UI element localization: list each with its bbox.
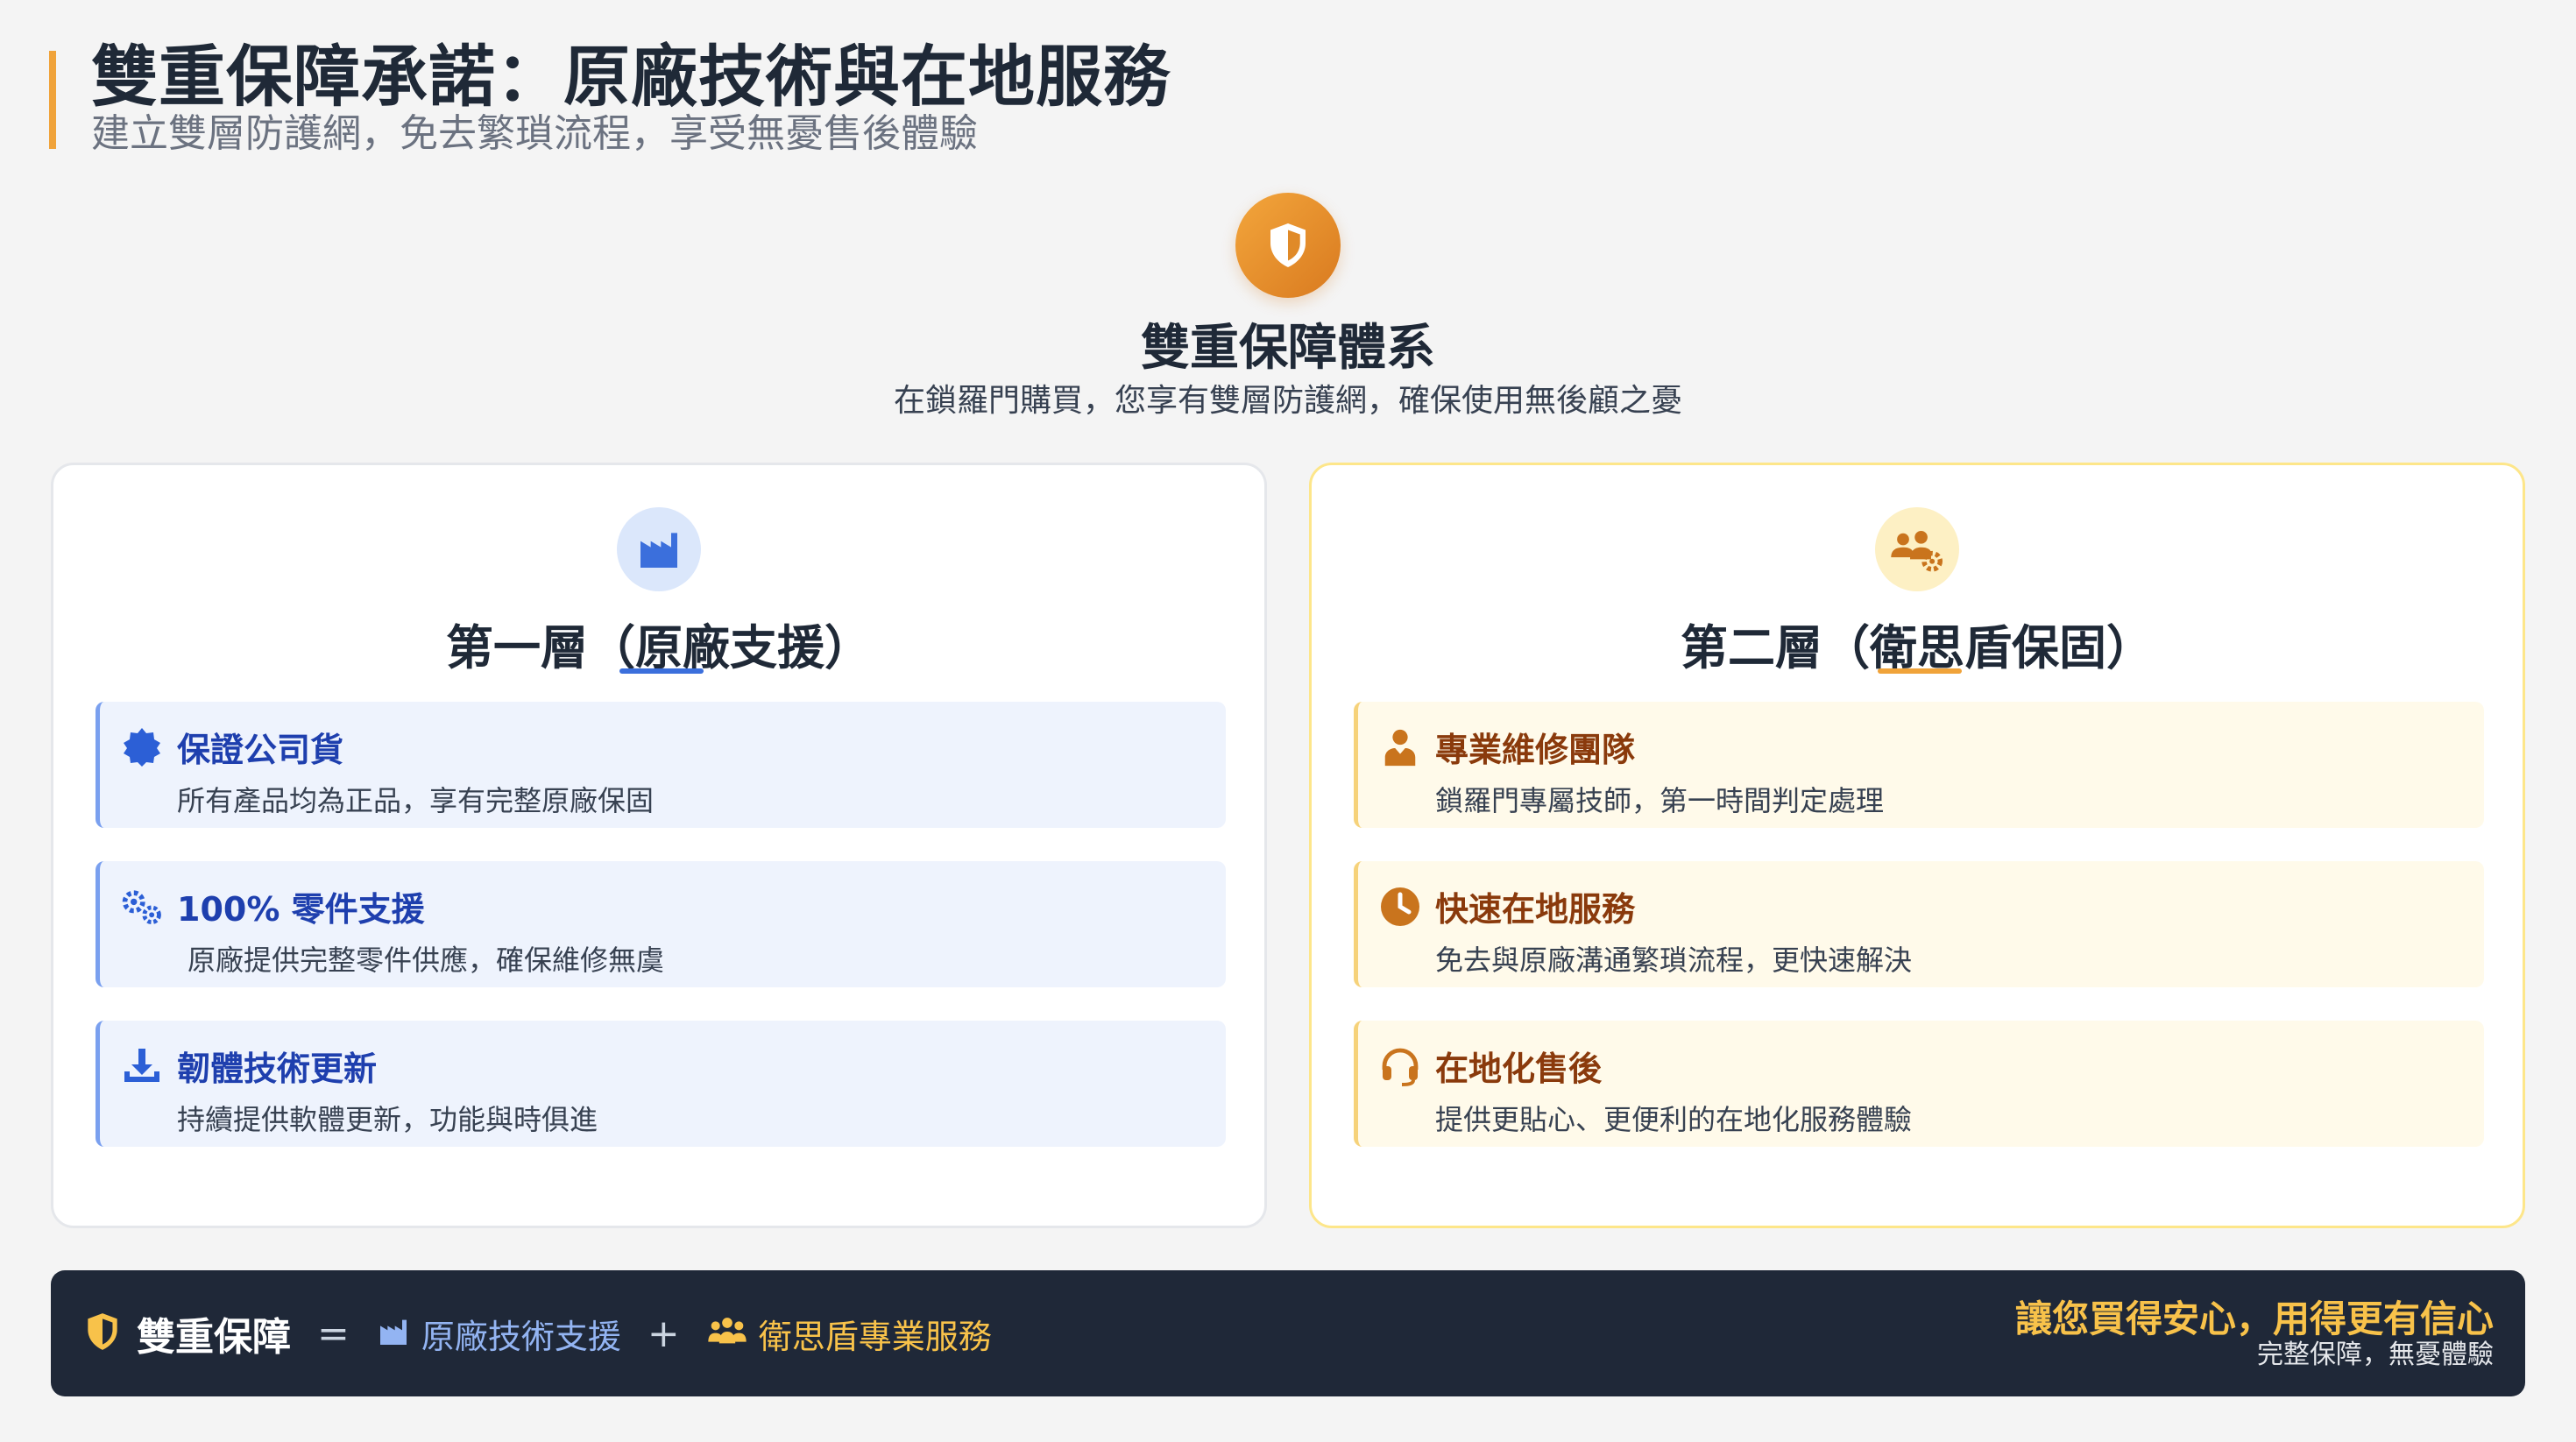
download-icon	[119, 1043, 165, 1089]
item-title: 保證公司貨	[177, 731, 344, 769]
list-item: 在地化售後 提供更貼心、更便利的在地化服務體驗	[1354, 1021, 2484, 1147]
factory-icon	[617, 507, 701, 591]
item-description: 持續提供軟體更新，功能與時俱進	[177, 1103, 598, 1136]
factory-icon	[376, 1314, 411, 1353]
system-title: 雙重保障體系	[1141, 320, 1435, 377]
equals-sign: =	[317, 1311, 350, 1356]
page-title: 雙重保障承諾：原廠技術與在地服務	[91, 38, 1171, 116]
technician-icon	[1377, 725, 1423, 770]
footer-tech-support: 原廠技術支援	[421, 1317, 621, 1356]
layer-two-card: 第二層（衛思盾保固） 專業維修團隊 鎖羅門專屬技師，第一時間判定處理 快速在地服…	[1309, 463, 2525, 1228]
item-title: 在地化售後	[1435, 1050, 1603, 1088]
title-underline	[619, 668, 704, 674]
headset-icon	[1377, 1043, 1423, 1089]
list-item: 專業維修團隊 鎖羅門專屬技師，第一時間判定處理	[1354, 702, 2484, 828]
system-description: 在鎖羅門購買，您享有雙層防護網，確保使用無後顧之憂	[893, 383, 1682, 419]
item-title: 韌體技術更新	[177, 1050, 378, 1088]
users-gear-icon	[1875, 507, 1959, 591]
header: 雙重保障承諾：原廠技術與在地服務 建立雙層防護網，免去繁瑣流程，享受無憂售後體驗	[49, 44, 1171, 156]
gears-icon	[119, 884, 165, 930]
item-title: 100% 零件支援	[177, 890, 425, 929]
footer-banner: 雙重保障 = 原廠技術支援 + 衛思盾專業服務 讓您買得安心，用得更有信心 完整…	[51, 1270, 2525, 1396]
footer-local-service: 衛思盾專業服務	[758, 1317, 992, 1356]
item-description: 原廠提供完整零件供應，確保維修無虞	[188, 944, 665, 977]
footer-subtext: 完整保障，無憂體驗	[2257, 1340, 2494, 1370]
footer-brand: 雙重保障	[137, 1315, 291, 1360]
page-subtitle: 建立雙層防護網，免去繁瑣流程，享受無憂售後體驗	[91, 111, 978, 156]
layer-one-card: 第一層（原廠支援） 保證公司貨 所有產品均為正品，享有完整原廠保固 100% 零…	[51, 463, 1267, 1228]
item-description: 所有產品均為正品，享有完整原廠保固	[177, 784, 655, 817]
list-item: 100% 零件支援 原廠提供完整零件供應，確保維修無虞	[96, 861, 1226, 987]
badge-check-icon	[119, 725, 165, 770]
shield-icon	[1235, 193, 1341, 298]
page: 雙重保障承諾：原廠技術與在地服務 建立雙層防護網，免去繁瑣流程，享受無憂售後體驗…	[0, 0, 2576, 1442]
item-description: 免去與原廠溝通繁瑣流程，更快速解決	[1435, 944, 1913, 977]
shield-icon	[81, 1307, 124, 1360]
plus-sign: +	[647, 1311, 680, 1356]
users-icon	[706, 1314, 748, 1353]
list-item: 保證公司貨 所有產品均為正品，享有完整原廠保固	[96, 702, 1226, 828]
list-item: 韌體技術更新 持續提供軟體更新，功能與時俱進	[96, 1021, 1226, 1147]
item-description: 鎖羅門專屬技師，第一時間判定處理	[1435, 784, 1885, 817]
clock-icon	[1377, 884, 1423, 930]
item-title: 專業維修團隊	[1435, 731, 1636, 769]
list-item: 快速在地服務 免去與原廠溝通繁瑣流程，更快速解決	[1354, 861, 2484, 987]
item-title: 快速在地服務	[1435, 890, 1636, 929]
footer-slogan: 讓您買得安心，用得更有信心	[2014, 1297, 2494, 1340]
item-description: 提供更貼心、更便利的在地化服務體驗	[1435, 1103, 1913, 1136]
title-underline	[1878, 668, 1962, 674]
